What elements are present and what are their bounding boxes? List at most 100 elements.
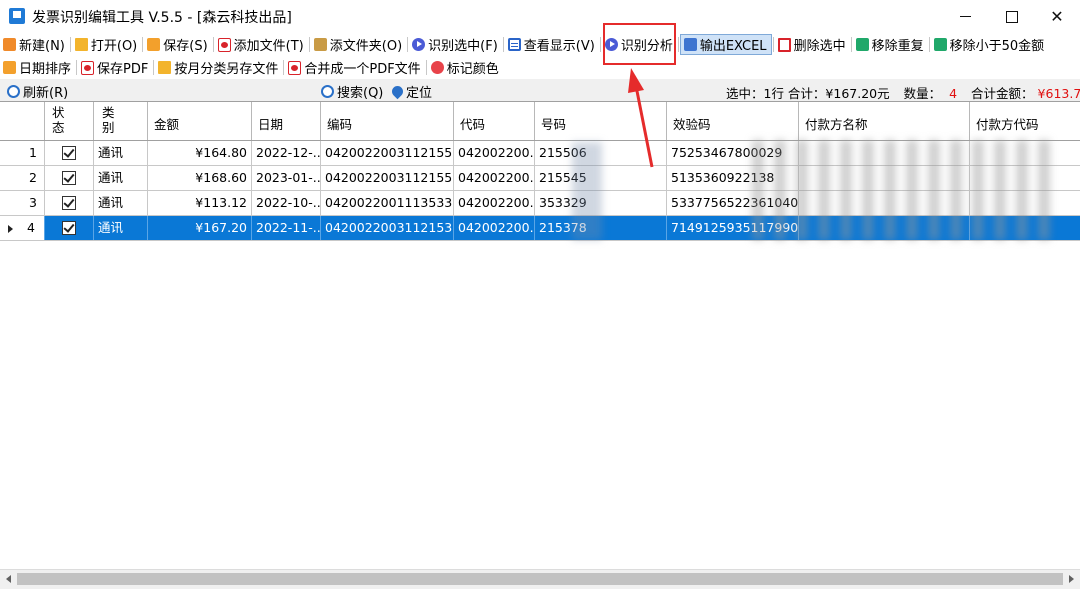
- category-cell: 通讯: [94, 166, 148, 190]
- window-title: 发票识别编辑工具 V.5.5 - [森云科技出品]: [32, 10, 292, 26]
- row-header-current: 4: [0, 216, 45, 240]
- title-bar: 发票识别编辑工具 V.5.5 - [森云科技出品] ✕: [0, 0, 1080, 33]
- category-cell: 通讯: [94, 141, 148, 165]
- add-file-button[interactable]: 添加文件(T): [215, 34, 308, 55]
- annotation-highlight-box: [603, 23, 676, 65]
- minimize-button[interactable]: [942, 0, 988, 33]
- refresh-button[interactable]: 刷新(R): [4, 81, 72, 102]
- remove-duplicate-icon: [855, 38, 869, 51]
- amount-cell: ¥164.80: [148, 141, 252, 165]
- code-cell: 0420022001113533...: [321, 191, 454, 215]
- toolbar-separator: [425, 60, 427, 75]
- toolbar-separator: [772, 37, 774, 52]
- selection-summary: 选中：1行 合计：¥167.20元 数量： 4 合计金额： ¥613.72: [726, 83, 1080, 102]
- play-icon: [412, 38, 426, 51]
- recognize-selected-button[interactable]: 识别选中(F): [409, 34, 502, 55]
- amount-cell: ¥113.12: [148, 191, 252, 215]
- column-header-status[interactable]: 状态: [45, 102, 94, 140]
- app-icon: [9, 8, 25, 24]
- open-button[interactable]: 打开(O): [72, 34, 141, 55]
- daima-cell: 042002200...: [454, 216, 535, 240]
- code-cell: 0420022003112155...: [321, 166, 454, 190]
- secondary-toolbar: 日期排序 保存PDF 按月分类另存文件 合并成一个PDF文件 标记颜色: [0, 56, 503, 79]
- row-number: 3: [0, 191, 45, 215]
- excel-icon: [683, 38, 697, 51]
- total-amount-value: ¥613.72: [1037, 86, 1080, 101]
- toolbar-separator: [212, 37, 214, 52]
- close-button[interactable]: ✕: [1034, 0, 1080, 33]
- daima-cell: 042002200...: [454, 166, 535, 190]
- new-icon: [3, 38, 16, 51]
- date-cell: 2022-12-...: [252, 141, 321, 165]
- maximize-button[interactable]: [988, 0, 1034, 33]
- toolbar-separator: [76, 60, 78, 75]
- amount-cell: ¥168.60: [148, 166, 252, 190]
- toolbar-separator: [599, 37, 601, 52]
- refresh-icon: [7, 85, 20, 98]
- row-number: 2: [0, 166, 45, 190]
- folder-add-icon: [313, 38, 327, 51]
- column-header-check-code[interactable]: 效验码: [667, 102, 799, 140]
- merge-pdf-button[interactable]: 合并成一个PDF文件: [285, 57, 424, 78]
- row-number: 1: [0, 141, 45, 165]
- total-amount-label: 合计金额：: [971, 86, 1034, 101]
- column-header-amount[interactable]: 金额: [148, 102, 252, 140]
- column-header-daima[interactable]: 代码: [454, 102, 535, 140]
- daima-cell: 042002200...: [454, 191, 535, 215]
- toolbar-separator: [928, 37, 930, 52]
- scroll-right-icon[interactable]: [1063, 570, 1080, 589]
- toolbar-separator: [69, 37, 71, 52]
- count-value: 4: [949, 86, 958, 101]
- location-pin-icon: [389, 83, 406, 100]
- new-button[interactable]: 新建(N): [0, 34, 69, 55]
- status-checkbox[interactable]: [45, 141, 94, 165]
- status-checkbox[interactable]: [45, 191, 94, 215]
- column-header-date[interactable]: 日期: [252, 102, 321, 140]
- export-excel-button[interactable]: 输出EXCEL: [679, 34, 772, 55]
- scroll-left-icon[interactable]: [0, 570, 17, 589]
- current-row-arrow-icon: [8, 224, 13, 233]
- category-cell: 通讯: [94, 191, 148, 215]
- trash-icon: [777, 37, 791, 52]
- date-cell: 2022-10-...: [252, 191, 321, 215]
- save-pdf-button[interactable]: 保存PDF: [78, 57, 152, 78]
- search-icon: [321, 85, 334, 98]
- toolbar-separator: [502, 37, 504, 52]
- sort-by-date-button[interactable]: 日期排序: [0, 57, 75, 78]
- column-header-rownum[interactable]: [0, 102, 45, 140]
- column-header-code[interactable]: 编码: [321, 102, 454, 140]
- column-header-number[interactable]: 号码: [535, 102, 667, 140]
- table-header: 状态 类别 金额 日期 编码 代码 号码 效验码 付款方名称 付款方代码: [0, 102, 1080, 141]
- remove-small-icon: [933, 38, 947, 51]
- save-button[interactable]: 保存(S): [144, 34, 211, 55]
- status-checkbox[interactable]: [45, 166, 94, 190]
- delete-selected-button[interactable]: 删除选中: [775, 34, 850, 55]
- column-header-payer-code[interactable]: 付款方代码: [970, 102, 1080, 140]
- code-cell: 0420022003112153...: [321, 216, 454, 240]
- scroll-thumb[interactable]: [17, 573, 1063, 585]
- daima-cell: 042002200...: [454, 141, 535, 165]
- pdf-icon: [81, 60, 95, 75]
- view-display-button[interactable]: 查看显示(V): [505, 34, 599, 55]
- category-cell: 通讯: [94, 216, 148, 240]
- remove-small-amount-button[interactable]: 移除小于50金额: [931, 34, 1049, 55]
- selected-summary-text: 选中：1行 合计：¥167.20元: [726, 86, 890, 101]
- palette-icon: [430, 61, 444, 74]
- search-button[interactable]: 搜索(Q): [318, 81, 387, 102]
- remove-duplicates-button[interactable]: 移除重复: [853, 34, 928, 55]
- redaction-blur: [752, 140, 1052, 240]
- horizontal-scrollbar[interactable]: [0, 569, 1080, 589]
- code-cell: 0420022003112155...: [321, 141, 454, 165]
- locate-button[interactable]: 定位: [389, 81, 436, 102]
- column-header-payer-name[interactable]: 付款方名称: [799, 102, 970, 140]
- toolbar-separator: [677, 37, 679, 52]
- count-label: 数量：: [903, 86, 942, 101]
- folder-open-icon: [74, 38, 88, 51]
- save-by-month-button[interactable]: 按月分类另存文件: [155, 57, 282, 78]
- add-folder-button[interactable]: 添文件夹(O): [311, 34, 406, 55]
- column-header-category[interactable]: 类别: [94, 102, 148, 140]
- toolbar-separator: [308, 37, 310, 52]
- folder-icon: [158, 61, 172, 74]
- mark-color-button[interactable]: 标记颜色: [428, 57, 503, 78]
- status-checkbox[interactable]: [45, 216, 94, 240]
